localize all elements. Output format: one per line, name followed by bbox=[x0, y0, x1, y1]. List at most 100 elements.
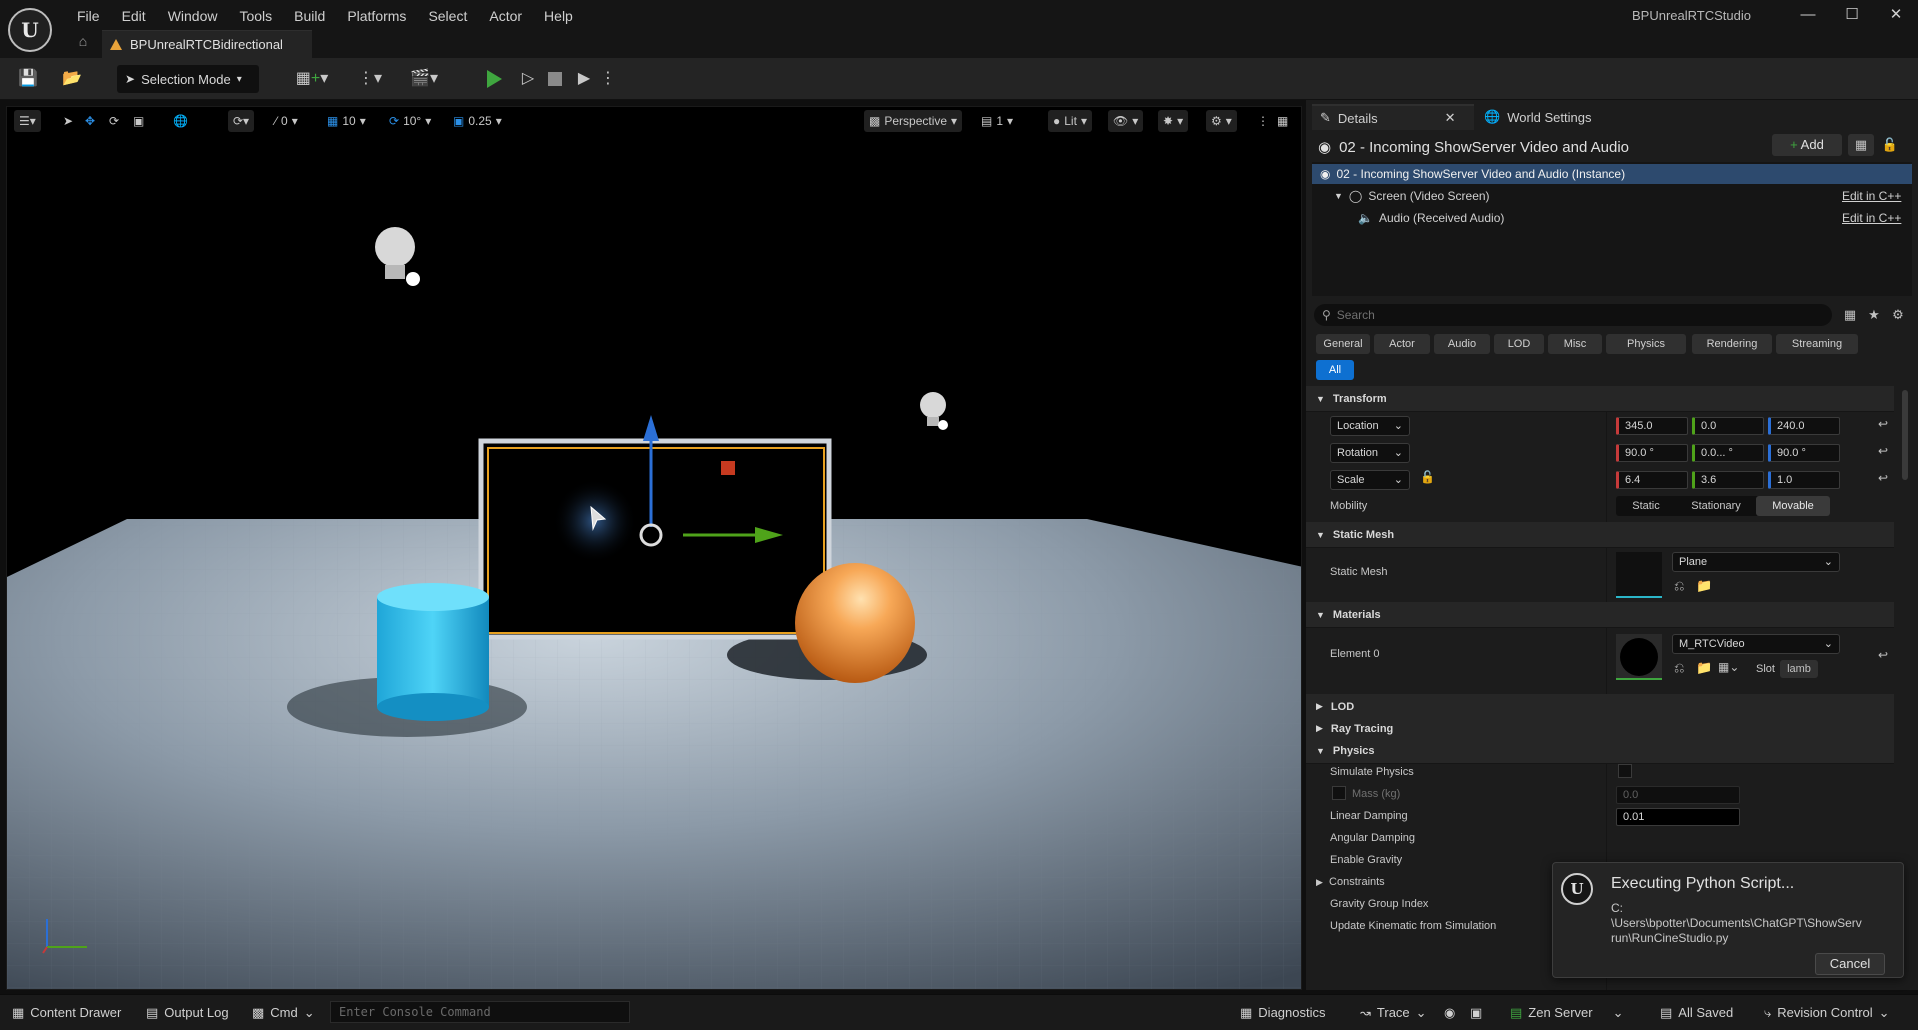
show-flags-dropdown[interactable]: 👁 ▾ bbox=[1108, 110, 1144, 132]
blueprint-button[interactable]: ▦ bbox=[1848, 134, 1874, 156]
zen-server-dropdown[interactable]: ▤ Zen Server ⌄ bbox=[1510, 1003, 1624, 1023]
scale-z-field[interactable]: 1.0 bbox=[1768, 471, 1840, 489]
filter-lod[interactable]: LOD bbox=[1494, 334, 1544, 354]
play-icon[interactable] bbox=[487, 70, 502, 88]
static-mesh-dropdown[interactable]: Plane ⌄ bbox=[1672, 552, 1840, 572]
mobility-movable[interactable]: Movable bbox=[1756, 496, 1830, 516]
scale-mode-dropdown[interactable]: Scale ⌄ bbox=[1330, 470, 1410, 490]
edit-in-cpp-link[interactable]: Edit in C++ bbox=[1842, 211, 1901, 225]
surface-snap-button[interactable]: ⟳▾ bbox=[228, 110, 255, 132]
screenshot-icon[interactable]: ▣ bbox=[1470, 1003, 1482, 1023]
mobility-stationary[interactable]: Stationary bbox=[1676, 496, 1756, 516]
add-component-button[interactable]: + Add bbox=[1772, 134, 1842, 156]
unreal-logo-icon[interactable]: U bbox=[8, 8, 52, 52]
mass-override-checkbox[interactable] bbox=[1332, 786, 1346, 800]
material-dropdown[interactable]: M_RTCVideo ⌄ bbox=[1672, 634, 1840, 654]
constraints-row[interactable]: ▶ Constraints bbox=[1316, 876, 1385, 888]
viewport-more-icon[interactable]: ⋮ bbox=[1252, 110, 1274, 132]
details-scrollbar[interactable] bbox=[1902, 390, 1908, 480]
lock-icon[interactable]: 🔓 bbox=[1880, 134, 1900, 156]
cancel-button[interactable]: Cancel bbox=[1815, 953, 1885, 975]
document-tab[interactable]: BPUnrealRTCBidirectional bbox=[102, 30, 312, 58]
materials-section-header[interactable]: ▼ Materials bbox=[1306, 602, 1894, 628]
filter-physics[interactable]: Physics bbox=[1606, 334, 1686, 354]
slot-value[interactable]: lamb bbox=[1780, 660, 1818, 678]
menu-select[interactable]: Select bbox=[417, 6, 478, 26]
transform-section-header[interactable]: ▼ Transform bbox=[1306, 386, 1894, 412]
reset-icon[interactable]: ↩ bbox=[1878, 417, 1888, 431]
close-tab-icon[interactable]: ✕ bbox=[1445, 110, 1456, 126]
filter-all[interactable]: All bbox=[1316, 360, 1354, 380]
settings-icon[interactable]: ⚙ bbox=[1888, 304, 1908, 326]
component-row[interactable]: ▼ ◯ Screen (Video Screen) Edit in C++ bbox=[1312, 186, 1912, 206]
component-row[interactable]: ◉ 02 - Incoming ShowServer Video and Aud… bbox=[1312, 164, 1912, 184]
all-saved-button[interactable]: ▤ All Saved bbox=[1660, 1003, 1733, 1023]
save-icon[interactable]: 💾 bbox=[16, 67, 40, 91]
output-log-button[interactable]: ▤ Output Log bbox=[146, 1003, 229, 1023]
add-actor-icon[interactable]: ▦+▾ bbox=[292, 67, 332, 91]
more-options-icon[interactable]: ⋮ bbox=[600, 67, 616, 91]
translate-tool-icon[interactable]: ✥ bbox=[80, 110, 100, 132]
tab-world-settings[interactable]: 🌐 World Settings bbox=[1476, 104, 1599, 130]
record-icon[interactable]: ◉ bbox=[1444, 1003, 1455, 1023]
settings-dropdown[interactable]: ⚙ ▾ bbox=[1206, 110, 1237, 132]
scale-x-field[interactable]: 6.4 bbox=[1616, 471, 1688, 489]
linear-damping-field[interactable]: 0.01 bbox=[1616, 808, 1740, 826]
menu-window[interactable]: Window bbox=[157, 6, 229, 26]
maximize-icon[interactable]: ☐ bbox=[1832, 4, 1872, 26]
rotation-x-field[interactable]: 90.0 ° bbox=[1616, 444, 1688, 462]
rotation-y-field[interactable]: 0.0... ° bbox=[1692, 444, 1764, 462]
details-search-input[interactable]: ⚲ Search bbox=[1314, 304, 1832, 326]
filter-streaming[interactable]: Streaming bbox=[1776, 334, 1858, 354]
effects-dropdown[interactable]: ✸ ▾ bbox=[1158, 110, 1189, 132]
console-input[interactable]: Enter Console Command bbox=[330, 1001, 630, 1023]
rotate-tool-icon[interactable]: ⟳ bbox=[104, 110, 124, 132]
eject-icon[interactable]: ▶ bbox=[572, 67, 596, 91]
close-icon[interactable]: ✕ bbox=[1876, 4, 1916, 26]
tab-details[interactable]: ✎ Details ✕ bbox=[1312, 104, 1474, 130]
viewport-options-button[interactable]: ☰▾ bbox=[14, 110, 41, 132]
reset-icon[interactable]: ↩ bbox=[1878, 648, 1888, 662]
menu-edit[interactable]: Edit bbox=[111, 6, 157, 26]
star-icon[interactable]: ★ bbox=[1864, 304, 1884, 326]
use-selected-icon[interactable]: ⎌ bbox=[1674, 578, 1684, 594]
menu-help[interactable]: Help bbox=[533, 6, 584, 26]
location-z-field[interactable]: 240.0 bbox=[1768, 417, 1840, 435]
filter-audio[interactable]: Audio bbox=[1434, 334, 1490, 354]
scale-snap-button[interactable]: ▣ 0.25 ▾ bbox=[448, 110, 507, 132]
layout-grid-icon[interactable]: ▦ bbox=[1272, 110, 1293, 132]
mass-field[interactable]: 0.0 bbox=[1616, 786, 1740, 804]
mobility-static[interactable]: Static bbox=[1616, 496, 1676, 516]
camera-speed-dropdown[interactable]: ▤ 1 ▾ bbox=[976, 110, 1018, 132]
revision-control-dropdown[interactable]: ⤷ Revision Control ⌄ bbox=[1764, 1003, 1890, 1023]
filter-misc[interactable]: Misc bbox=[1548, 334, 1602, 354]
cmd-dropdown[interactable]: ▩ Cmd ⌄ bbox=[252, 1003, 315, 1023]
rotation-z-field[interactable]: 90.0 ° bbox=[1768, 444, 1840, 462]
world-space-icon[interactable]: 🌐 bbox=[168, 110, 193, 132]
filter-actor[interactable]: Actor bbox=[1374, 334, 1430, 354]
lighting-dropdown[interactable]: ● Lit ▾ bbox=[1048, 110, 1092, 132]
diagnostics-button[interactable]: ▦ Diagnostics bbox=[1240, 1003, 1326, 1023]
component-row[interactable]: 🔈 Audio (Received Audio) Edit in C++ bbox=[1312, 208, 1912, 228]
selection-mode-dropdown[interactable]: ➤ Selection Mode ▾ bbox=[117, 65, 259, 93]
rotation-mode-dropdown[interactable]: Rotation ⌄ bbox=[1330, 443, 1410, 463]
trace-dropdown[interactable]: ↝ Trace ⌄ bbox=[1360, 1003, 1427, 1023]
scale-tool-icon[interactable]: ▣ bbox=[128, 110, 149, 132]
angle-snap-button[interactable]: ⟳ 10° ▾ bbox=[384, 110, 436, 132]
scale-lock-icon[interactable]: 🔓 bbox=[1420, 470, 1435, 484]
mesh-thumbnail[interactable] bbox=[1616, 552, 1662, 598]
physics-section-header[interactable]: ▼ Physics bbox=[1306, 738, 1894, 764]
minimize-icon[interactable]: — bbox=[1788, 4, 1828, 26]
menu-tools[interactable]: Tools bbox=[228, 6, 283, 26]
view-mode-dropdown[interactable]: ▩ Perspective ▾ bbox=[864, 110, 963, 132]
menu-platforms[interactable]: Platforms bbox=[336, 6, 417, 26]
location-y-field[interactable]: 0.0 bbox=[1692, 417, 1764, 435]
blueprint-icon[interactable]: ⋮▾ bbox=[350, 67, 390, 91]
material-thumbnail[interactable] bbox=[1616, 634, 1662, 680]
location-mode-dropdown[interactable]: Location ⌄ bbox=[1330, 416, 1410, 436]
select-tool-icon[interactable]: ➤ bbox=[58, 110, 78, 132]
menu-file[interactable]: File bbox=[66, 6, 111, 26]
home-icon[interactable]: ⌂ bbox=[74, 33, 92, 51]
filter-general[interactable]: General bbox=[1316, 334, 1370, 354]
reset-icon[interactable]: ↩ bbox=[1878, 471, 1888, 485]
